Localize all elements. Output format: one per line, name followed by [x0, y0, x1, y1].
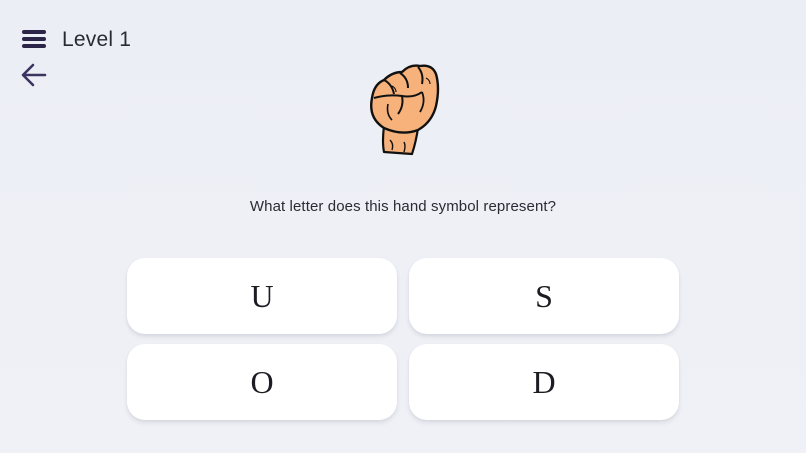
- answer-label: O: [250, 363, 274, 400]
- hand-sign-image: [362, 58, 444, 158]
- question-text: What letter does this hand symbol repres…: [249, 198, 557, 215]
- back-arrow-icon[interactable]: [20, 62, 48, 88]
- hamburger-menu-icon[interactable]: [22, 29, 46, 49]
- answer-option-1[interactable]: U: [127, 258, 397, 334]
- answer-label: S: [535, 277, 553, 314]
- answer-label: U: [250, 277, 274, 314]
- answer-option-4[interactable]: D: [409, 344, 679, 420]
- answer-label: D: [532, 363, 556, 400]
- answer-option-3[interactable]: O: [127, 344, 397, 420]
- level-title: Level 1: [62, 28, 132, 51]
- answer-option-2[interactable]: S: [409, 258, 679, 334]
- quiz-screen: Level 1 What letter does this hand symbo…: [0, 0, 806, 453]
